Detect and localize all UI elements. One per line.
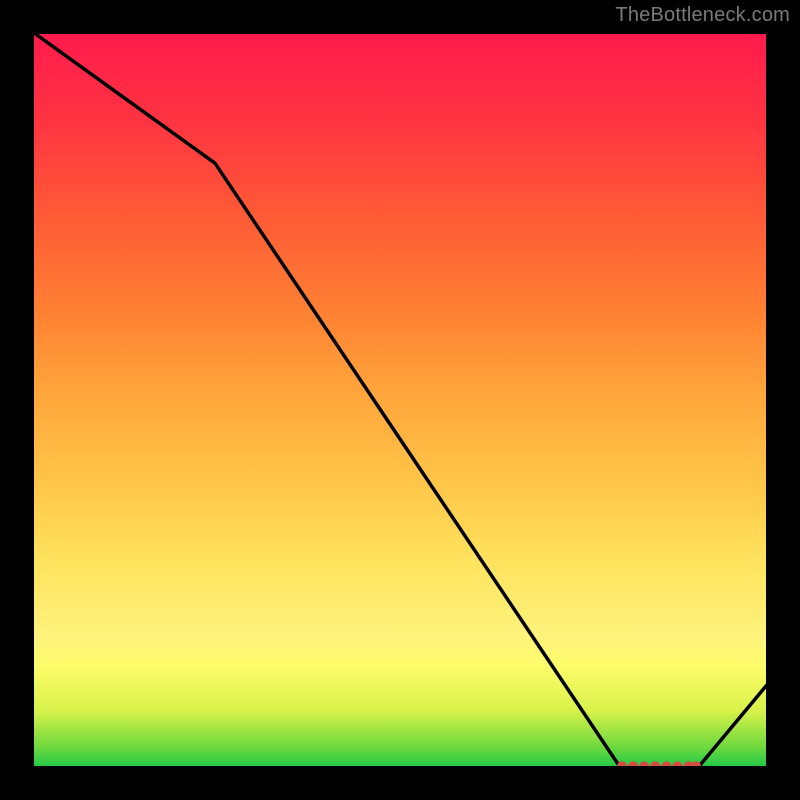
curve-marker xyxy=(628,761,638,770)
chart-container: TheBottleneck.com xyxy=(0,0,800,800)
curve-marker xyxy=(639,761,649,770)
curve-marker xyxy=(673,761,683,770)
attribution-text: TheBottleneck.com xyxy=(615,4,790,27)
bottleneck-curve xyxy=(30,30,770,770)
curve-marker xyxy=(691,761,701,770)
plot-area xyxy=(30,30,770,770)
curve-marker xyxy=(650,761,660,770)
curve-marker xyxy=(661,761,671,770)
